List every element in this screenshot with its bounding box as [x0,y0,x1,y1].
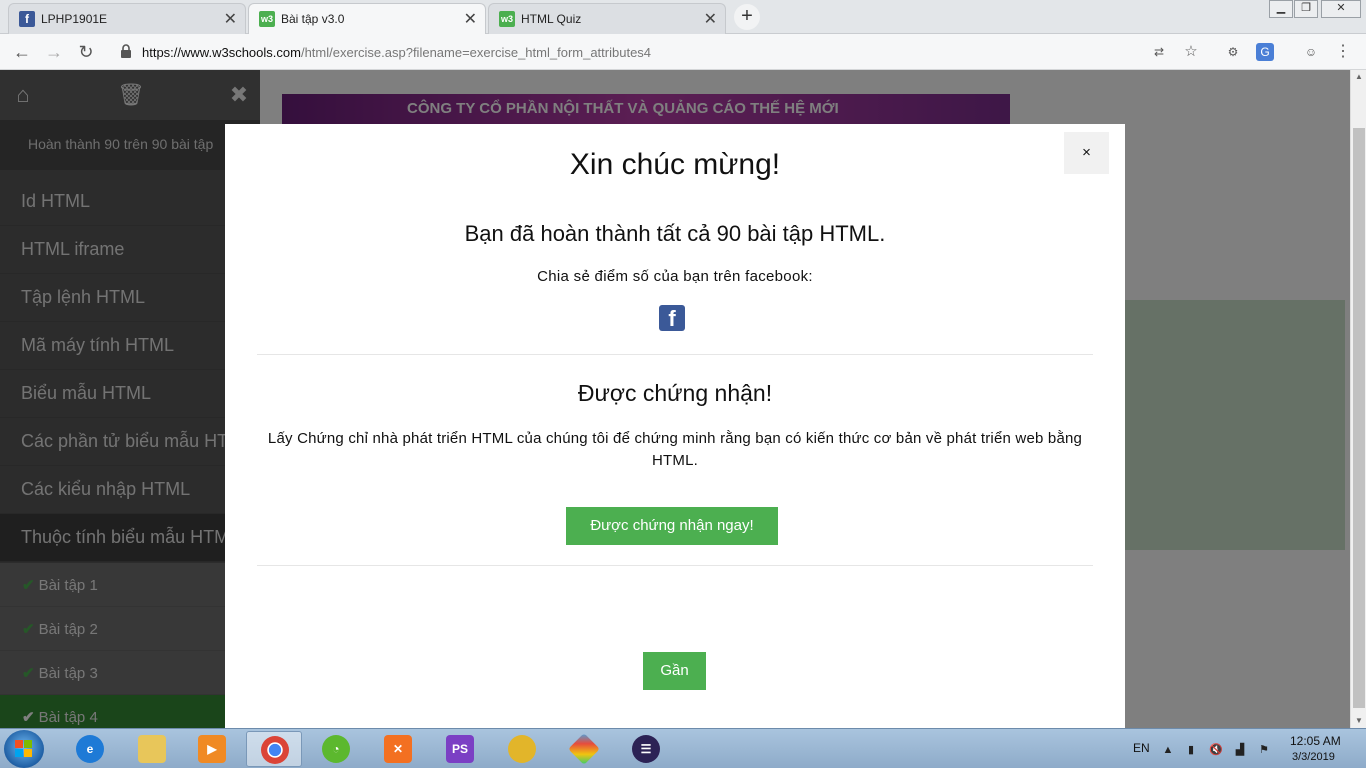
profile-icon[interactable]: ☺ [1302,43,1320,61]
url-text: https://www.w3schools.com/html/exercise.… [142,45,652,60]
start-button[interactable] [4,730,44,768]
language-indicator[interactable]: EN [1133,741,1150,755]
tab-html-quiz[interactable]: w3 HTML Quiz ✕ [488,3,726,34]
google-translate-icon[interactable]: G [1256,43,1274,61]
taskbar-sourcetree[interactable] [556,731,612,767]
taskbar-internet-explorer[interactable]: e [62,731,118,767]
taskbar-unikey[interactable] [494,731,550,767]
divider [257,354,1093,355]
taskbar: e ▶ ◔ ✕ PS ☰ EN ▲ ▮ 🔇 ▟ ⚑ 12:05 AM 3/3/2… [0,728,1366,768]
menu-icon[interactable]: ⋮ [1334,43,1352,61]
window-close-button[interactable]: ✕ [1321,0,1361,18]
minimize-button[interactable]: ▁ [1269,0,1293,18]
address-bar: ← → ↻ https://www.w3schools.com/html/exe… [0,34,1366,70]
tab-bai-tap[interactable]: w3 Bài tập v3.0 ✕ [248,3,486,34]
url-field[interactable]: https://www.w3schools.com/html/exercise.… [110,38,1210,66]
chrome-icon [261,736,289,764]
certificate-description: Lấy Chứng chỉ nhà phát triển HTML của ch… [267,430,1083,469]
restore-button[interactable]: ❐ [1294,0,1318,18]
back-icon[interactable]: ← [10,40,34,64]
forward-icon[interactable]: → [42,40,66,64]
tab-title: Bài tập v3.0 [281,12,345,26]
tab-strip: f LPHP1901E ✕ w3 Bài tập v3.0 ✕ w3 HTML … [0,0,1366,34]
taskbar-xampp[interactable]: ✕ [370,731,426,767]
clock-time[interactable]: 12:05 AM [1290,734,1341,748]
scroll-up-icon[interactable]: ▲ [1351,70,1366,84]
taskbar-phpstorm[interactable]: PS [432,731,488,767]
facebook-share-icon[interactable]: f [659,305,685,331]
star-icon[interactable]: ☆ [1182,43,1200,61]
translate-icon[interactable]: ⇄ [1150,43,1168,61]
clock-date[interactable]: 3/3/2019 [1292,751,1335,763]
certificate-title: Được chứng nhận! [577,380,773,406]
battery-icon[interactable]: ▮ [1184,743,1198,757]
completion-message: Bạn đã hoàn thành tất cả 90 bài tập HTML… [464,221,886,246]
settings-extension-icon[interactable]: ⚙ [1224,43,1242,61]
coccoc-icon: ◔ [322,735,350,763]
media-player-icon: ▶ [198,735,226,763]
w3schools-icon: w3 [499,11,515,27]
windows-logo-icon [15,740,33,758]
taskbar-chrome[interactable] [246,731,302,767]
reload-icon[interactable]: ↻ [74,40,98,64]
scroll-down-icon[interactable]: ▼ [1351,714,1366,728]
app-icon [568,733,600,765]
taskbar-file-explorer[interactable] [124,731,180,767]
divider [257,565,1093,566]
tab-title: HTML Quiz [521,12,582,26]
internet-explorer-icon: e [76,735,104,763]
tab-title: LPHP1901E [41,12,108,26]
facebook-icon: f [19,11,35,27]
taskbar-eclipse[interactable]: ☰ [618,731,674,767]
modal-title: Xin chúc mừng! [569,148,781,181]
tab-lphp1901e[interactable]: f LPHP1901E ✕ [8,3,246,34]
eclipse-icon: ☰ [632,735,660,763]
taskbar-coccoc[interactable]: ◔ [308,731,364,767]
folder-icon [138,735,166,763]
close-tab-icon[interactable]: ✕ [704,9,717,29]
get-certified-button[interactable]: Được chứng nhận ngay! [566,507,778,545]
scrollbar[interactable]: ▲ ▼ [1350,70,1366,728]
w3schools-icon: w3 [259,11,275,27]
congratulations-modal: × Xin chúc mừng! Bạn đã hoàn thành tất c… [225,124,1125,728]
network-icon[interactable]: ▟ [1233,743,1247,757]
xampp-icon: ✕ [384,735,412,763]
new-tab-button[interactable]: + [734,4,760,30]
close-tab-icon[interactable]: ✕ [464,9,477,29]
close-button[interactable]: Gần [643,652,706,690]
unikey-icon [508,735,536,763]
share-message: Chia sẻ điểm số của bạn trên facebook: [537,268,813,285]
show-hidden-icons[interactable]: ▲ [1161,743,1175,757]
volume-muted-icon[interactable]: 🔇 [1209,743,1223,757]
action-center-flag-icon[interactable]: ⚑ [1257,743,1271,757]
phpstorm-icon: PS [446,735,474,763]
close-tab-icon[interactable]: ✕ [224,9,237,29]
taskbar-media-player[interactable]: ▶ [184,731,240,767]
scroll-thumb[interactable] [1353,128,1365,708]
lock-icon [121,44,131,58]
